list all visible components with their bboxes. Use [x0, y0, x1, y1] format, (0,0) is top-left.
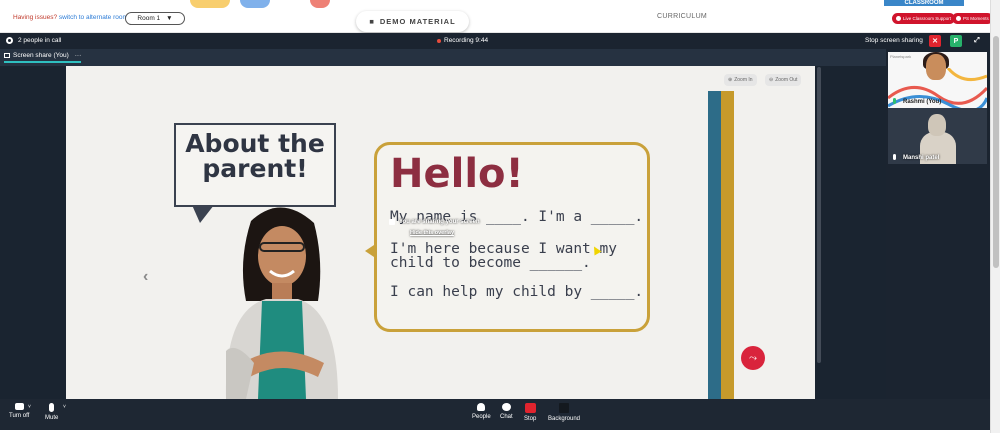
recording-text: Recording 9:44: [444, 37, 489, 44]
stop-label: Stop: [524, 416, 537, 422]
chat-button[interactable]: Chat: [500, 403, 513, 420]
intro-line-3: I can help my child by _____.: [390, 284, 644, 300]
issues-notice: Having issues? switch to alternate room: [13, 14, 128, 21]
video-tile-self[interactable]: Planetspark Rashmi (You): [888, 52, 987, 108]
stop-sharing-label[interactable]: Stop screen sharing: [865, 37, 923, 44]
presenter-button[interactable]: P: [950, 35, 962, 47]
switch-room-link[interactable]: switch to alternate room: [59, 14, 128, 21]
about-parent-title: About the parent!: [185, 129, 325, 183]
mute-button[interactable]: Mute: [45, 403, 58, 421]
zoom-out-label: Zoom Out: [775, 77, 798, 83]
participant-face: [926, 54, 946, 80]
chevron-down-icon: ▼: [166, 15, 173, 22]
zoom-out-button[interactable]: ⊖ Zoom Out: [765, 74, 802, 86]
support-icon: [896, 16, 901, 21]
demo-material-label: DEMO MATERIAL: [379, 17, 456, 26]
participant-name: Manshi patel: [903, 155, 940, 161]
share-icon[interactable]: ⤳: [741, 346, 765, 370]
browser-scrollbar[interactable]: [990, 0, 1000, 433]
live-support-label: Live Classroom Support: [903, 16, 952, 21]
participant-face: [928, 114, 946, 136]
turn-off-label: Turn off: [9, 413, 30, 419]
mute-label: Mute: [45, 415, 59, 421]
chat-label: Chat: [500, 414, 513, 420]
record-dot-icon: [437, 38, 441, 43]
mic-icon: [893, 98, 896, 104]
zoom-in-button[interactable]: ⊕ Zoom In: [724, 74, 757, 86]
expand-icon[interactable]: ⤢: [971, 35, 983, 47]
chevron-down-icon[interactable]: ˅: [63, 404, 66, 410]
decor-arc: [310, 0, 330, 8]
stop-share-button[interactable]: Stop: [524, 403, 536, 422]
camera-icon: [14, 403, 24, 410]
call-topbar: 2 people in call Recording 9:44 Stop scr…: [0, 33, 990, 49]
stop-share-icon: [524, 403, 536, 413]
ps-moments-button[interactable]: PS Moments: [952, 13, 993, 24]
sharing-text: You are sharing your screen: [399, 219, 480, 225]
zoom-out-icon: ⊖: [769, 77, 774, 83]
zoom-in-icon: ⊕: [728, 77, 733, 83]
chat-icon: [501, 403, 511, 411]
decor-stripe: [708, 91, 721, 399]
room-select[interactable]: Room 1 ▼: [125, 12, 185, 25]
background-label: Background: [548, 416, 581, 422]
share-tab-bar: Screen share (You) ···: [0, 49, 886, 66]
background-button[interactable]: Background: [548, 403, 580, 422]
mic-icon: [893, 154, 896, 160]
shield-icon: [389, 219, 395, 225]
brand-label: Planetspark: [890, 54, 912, 59]
classroom-tab[interactable]: CLASSROOM: [884, 0, 964, 6]
people-count-text: 2 people in call: [18, 37, 62, 44]
participant-name: Rashmi (You): [903, 99, 942, 105]
scrollbar-thumb[interactable]: [993, 36, 999, 268]
curriculum-tab[interactable]: CURRICULUM: [657, 13, 707, 20]
call-toolbar: Turn off ˅ Mute ˅ People Chat Stop Backg…: [0, 399, 990, 430]
monitor-icon: [4, 53, 10, 58]
room-select-value: Room 1: [137, 15, 161, 22]
about-parent-callout: About the parent!: [174, 123, 336, 223]
demo-material-button[interactable]: ■ DEMO MATERIAL: [356, 11, 469, 32]
call-window: 2 people in call Recording 9:44 Stop scr…: [0, 33, 990, 430]
speech-pointer: [365, 243, 377, 259]
shared-slide: ⊕ Zoom In ⊖ Zoom Out About the parent! H…: [66, 66, 815, 399]
hello-heading: Hello!: [390, 151, 524, 197]
zoom-in-label: Zoom In: [734, 77, 753, 83]
person-icon: [477, 403, 486, 411]
recording-indicator: Recording 9:44: [437, 37, 488, 44]
background-icon: [559, 403, 570, 413]
woman-illustration: [225, 207, 338, 399]
mic-icon: [49, 403, 55, 412]
top-header: Having issues? switch to alternate room …: [0, 0, 993, 33]
decor-stripe: [721, 91, 734, 399]
gear-icon: [6, 37, 13, 44]
slide-scrollbar[interactable]: [817, 67, 821, 363]
people-button[interactable]: People: [472, 403, 491, 420]
sharing-notice: You are sharing your screen: [389, 219, 529, 225]
decor-arc: [190, 0, 230, 8]
screen-share-label: Screen share (You): [13, 52, 69, 59]
folder-icon: ■: [369, 17, 375, 26]
screen-share-tab[interactable]: Screen share (You) ···: [4, 52, 82, 63]
hide-overlay-link[interactable]: Hide this overlay: [410, 230, 529, 236]
ps-moments-label: PS Moments: [963, 16, 989, 21]
people-count[interactable]: 2 people in call: [6, 37, 61, 44]
stop-sharing-button[interactable]: ✕: [929, 35, 941, 47]
moments-icon: [956, 16, 961, 21]
prev-slide-button[interactable]: ‹: [143, 268, 148, 286]
more-options-icon[interactable]: ···: [75, 52, 82, 59]
video-tile-participant[interactable]: Manshi patel: [888, 108, 987, 164]
live-support-button[interactable]: Live Classroom Support: [892, 13, 956, 24]
issues-text: Having issues?: [13, 14, 58, 21]
sharing-overlay: You are sharing your screen Hide this ov…: [389, 219, 529, 259]
shared-screen-area: ⊕ Zoom In ⊖ Zoom Out About the parent! H…: [0, 66, 886, 399]
chevron-down-icon[interactable]: ˅: [28, 404, 31, 410]
camera-button[interactable]: Turn off: [9, 403, 29, 419]
decor-arc: [240, 0, 270, 8]
people-label: People: [472, 414, 491, 420]
app-window: Having issues? switch to alternate room …: [0, 0, 1000, 433]
